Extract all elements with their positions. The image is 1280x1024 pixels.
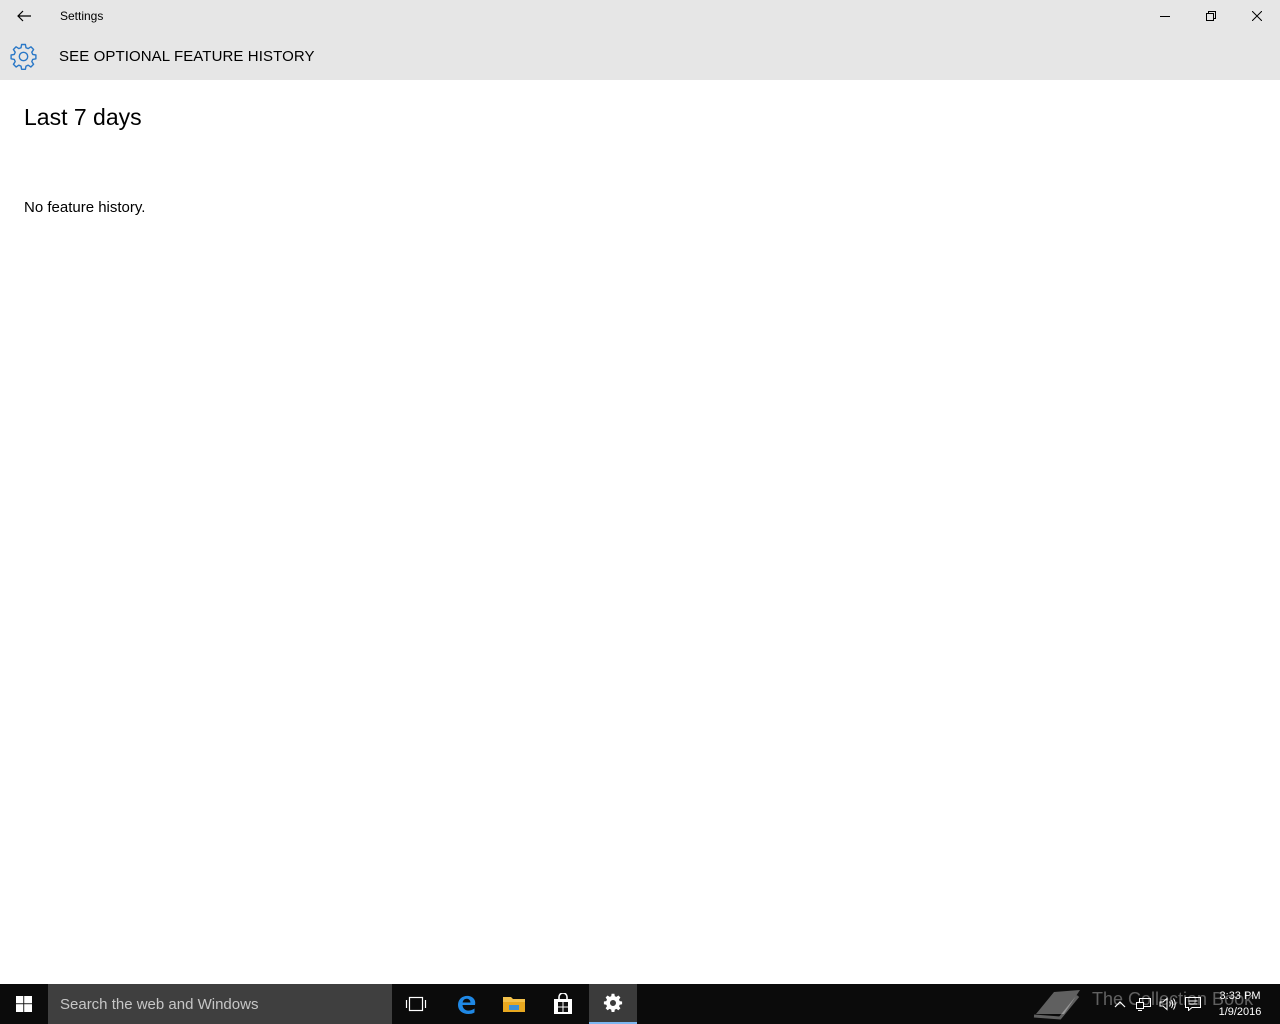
back-button[interactable]	[0, 0, 48, 32]
action-center-icon	[1185, 997, 1201, 1011]
gear-icon	[603, 993, 623, 1012]
task-view-button[interactable]	[392, 984, 440, 1024]
back-arrow-icon	[17, 10, 31, 22]
minimize-button[interactable]	[1142, 0, 1188, 32]
edge-icon	[458, 995, 476, 1014]
clock-date: 1/9/2016	[1218, 1006, 1262, 1018]
task-view-icon	[405, 996, 427, 1012]
minimize-icon	[1160, 16, 1170, 17]
restore-button[interactable]	[1188, 0, 1234, 32]
network-icon	[1136, 998, 1151, 1011]
windows-logo-icon	[16, 996, 32, 1012]
section-title: Last 7 days	[24, 104, 142, 130]
action-center-button[interactable]	[1181, 984, 1205, 1024]
settings-taskbar-button[interactable]	[589, 984, 637, 1024]
clock-time: 3:33 PM	[1219, 990, 1261, 1002]
store-button[interactable]	[539, 984, 587, 1024]
edge-button[interactable]	[442, 984, 490, 1024]
store-icon	[554, 993, 572, 1014]
volume-icon	[1159, 997, 1176, 1011]
search-input[interactable]	[48, 984, 392, 1024]
page-title: SEE OPTIONAL FEATURE HISTORY	[59, 48, 315, 65]
close-icon	[1252, 11, 1262, 21]
page-header: SEE OPTIONAL FEATURE HISTORY	[0, 32, 1280, 80]
taskbar-clock[interactable]: 3:33 PM 1/9/2016	[1210, 988, 1270, 1020]
show-hidden-icons-button[interactable]	[1108, 984, 1132, 1024]
taskbar: The Collection Book 3:33 PM 1/9/2016	[0, 984, 1280, 1024]
empty-history-message: No feature history.	[24, 199, 146, 216]
close-button[interactable]	[1234, 0, 1280, 32]
start-button[interactable]	[0, 984, 48, 1024]
restore-icon	[1206, 11, 1216, 21]
folder-icon	[503, 997, 525, 1012]
volume-button[interactable]	[1156, 984, 1180, 1024]
gear-icon	[10, 43, 37, 70]
book-icon	[1033, 990, 1080, 1020]
network-button[interactable]	[1132, 984, 1156, 1024]
taskbar-search[interactable]	[48, 984, 392, 1024]
file-explorer-button[interactable]	[490, 984, 538, 1024]
title-bar: Settings	[0, 0, 1280, 32]
chevron-up-icon	[1114, 1001, 1126, 1008]
app-title: Settings	[60, 9, 104, 23]
